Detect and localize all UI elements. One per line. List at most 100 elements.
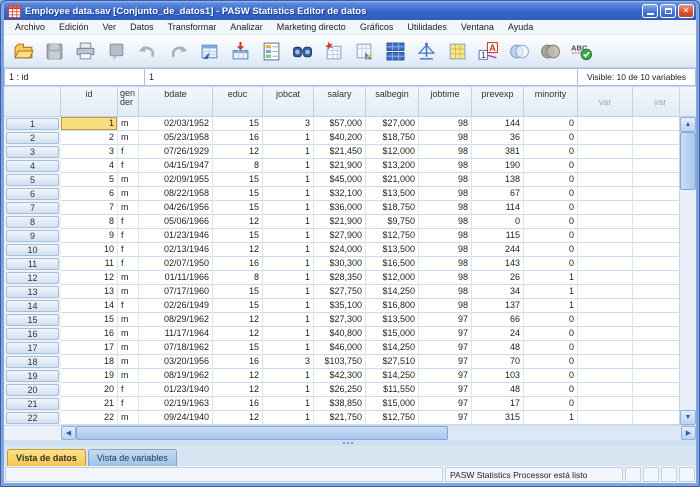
cell-r18-var[interactable] [633, 355, 679, 369]
menu-edici-n[interactable]: Edición [52, 22, 96, 32]
cell-r11-minority[interactable]: 0 [524, 257, 578, 271]
cell-r4-jobcat[interactable]: 1 [263, 159, 314, 173]
cell-r18-educ[interactable]: 16 [213, 355, 263, 369]
cell-r7-minority[interactable]: 0 [524, 201, 578, 215]
cell-r7-jobtime[interactable]: 98 [419, 201, 472, 215]
cell-r19-salbegin[interactable]: $14,250 [366, 369, 419, 383]
cell-r8-id[interactable]: 8 [61, 215, 118, 229]
row-header-3[interactable]: 3 [4, 145, 61, 159]
cell-r19-educ[interactable]: 12 [213, 369, 263, 383]
cell-r20-minority[interactable]: 0 [524, 383, 578, 397]
cell-r22-gender[interactable]: m [118, 411, 139, 425]
cell-r11-salary[interactable]: $30,300 [314, 257, 366, 271]
cell-r11-id[interactable]: 11 [61, 257, 118, 271]
column-header-jobtime[interactable]: jobtime [419, 87, 472, 117]
cell-r14-minority[interactable]: 1 [524, 299, 578, 313]
column-header-minority[interactable]: minority [524, 87, 578, 117]
cell-r21-jobtime[interactable]: 97 [419, 397, 472, 411]
cell-r8-educ[interactable]: 12 [213, 215, 263, 229]
cell-r9-id[interactable]: 9 [61, 229, 118, 243]
cell-r17-salary[interactable]: $46,000 [314, 341, 366, 355]
cell-r13-id[interactable]: 13 [61, 285, 118, 299]
cell-r11-jobcat[interactable]: 1 [263, 257, 314, 271]
cell-r12-id[interactable]: 12 [61, 271, 118, 285]
cell-r15-salbegin[interactable]: $13,500 [366, 313, 419, 327]
row-header-12[interactable]: 12 [4, 271, 61, 285]
cell-r19-jobtime[interactable]: 97 [419, 369, 472, 383]
cell-r3-id[interactable]: 3 [61, 145, 118, 159]
menu-archivo[interactable]: Archivo [8, 22, 52, 32]
row-header-21[interactable]: 21 [4, 397, 61, 411]
cell-r14-id[interactable]: 14 [61, 299, 118, 313]
cell-r5-prevexp[interactable]: 138 [472, 173, 524, 187]
cell-r20-prevexp[interactable]: 48 [472, 383, 524, 397]
cell-r22-jobtime[interactable]: 97 [419, 411, 472, 425]
value-labels-icon[interactable]: 1A [473, 37, 504, 65]
cell-r19-salary[interactable]: $42,300 [314, 369, 366, 383]
cell-r8-var[interactable] [578, 215, 633, 229]
cell-r10-id[interactable]: 10 [61, 243, 118, 257]
cell-r19-minority[interactable]: 0 [524, 369, 578, 383]
cell-r17-educ[interactable]: 15 [213, 341, 263, 355]
cell-r14-var[interactable] [578, 299, 633, 313]
cell-r8-gender[interactable]: f [118, 215, 139, 229]
menu-datos[interactable]: Datos [123, 22, 161, 32]
cell-r13-gender[interactable]: m [118, 285, 139, 299]
cell-r6-jobtime[interactable]: 98 [419, 187, 472, 201]
cell-r4-salbegin[interactable]: $13,200 [366, 159, 419, 173]
cell-r1-bdate[interactable]: 02/03/1952 [139, 117, 213, 131]
cell-r5-gender[interactable]: m [118, 173, 139, 187]
cell-r9-jobcat[interactable]: 1 [263, 229, 314, 243]
cell-r4-gender[interactable]: f [118, 159, 139, 173]
cell-r3-salbegin[interactable]: $12,000 [366, 145, 419, 159]
cell-r16-educ[interactable]: 12 [213, 327, 263, 341]
weight-cases-icon[interactable] [411, 37, 442, 65]
cell-r20-educ[interactable]: 12 [213, 383, 263, 397]
column-header-salbegin[interactable]: salbegin [366, 87, 419, 117]
cell-r1-jobcat[interactable]: 3 [263, 117, 314, 131]
show-all-variables-icon[interactable] [535, 37, 566, 65]
cell-r18-jobcat[interactable]: 3 [263, 355, 314, 369]
cell-r10-gender[interactable]: f [118, 243, 139, 257]
cell-r12-jobcat[interactable]: 1 [263, 271, 314, 285]
cell-r3-salary[interactable]: $21,450 [314, 145, 366, 159]
cell-r21-salary[interactable]: $38,850 [314, 397, 366, 411]
cell-r13-var[interactable] [578, 285, 633, 299]
vertical-scroll-track[interactable] [680, 190, 696, 410]
row-header-18[interactable]: 18 [4, 355, 61, 369]
cell-r15-jobtime[interactable]: 97 [419, 313, 472, 327]
cell-r9-var[interactable] [633, 229, 679, 243]
cell-r22-jobcat[interactable]: 1 [263, 411, 314, 425]
row-header-4[interactable]: 4 [4, 159, 61, 173]
cell-r21-bdate[interactable]: 02/19/1963 [139, 397, 213, 411]
cell-r6-var[interactable] [633, 187, 679, 201]
cell-r14-salary[interactable]: $35,100 [314, 299, 366, 313]
cell-r1-gender[interactable]: m [118, 117, 139, 131]
cell-r14-educ[interactable]: 15 [213, 299, 263, 313]
cell-r5-minority[interactable]: 0 [524, 173, 578, 187]
cell-r5-id[interactable]: 5 [61, 173, 118, 187]
cell-r19-bdate[interactable]: 08/19/1962 [139, 369, 213, 383]
grid-corner-cell[interactable] [4, 87, 61, 117]
cell-r3-var[interactable] [578, 145, 633, 159]
column-header-var-11[interactable]: var [633, 87, 679, 117]
cell-r9-salbegin[interactable]: $12,750 [366, 229, 419, 243]
cell-r20-var[interactable] [578, 383, 633, 397]
cell-r3-minority[interactable]: 0 [524, 145, 578, 159]
cell-r13-minority[interactable]: 1 [524, 285, 578, 299]
cell-r6-bdate[interactable]: 08/22/1958 [139, 187, 213, 201]
cell-r9-salary[interactable]: $27,900 [314, 229, 366, 243]
cell-r14-var[interactable] [633, 299, 679, 313]
row-header-10[interactable]: 10 [4, 243, 61, 257]
cell-r7-salbegin[interactable]: $18,750 [366, 201, 419, 215]
cell-r10-var[interactable] [633, 243, 679, 257]
row-header-11[interactable]: 11 [4, 257, 61, 271]
horizontal-scroll-track[interactable] [448, 426, 681, 440]
cell-r18-id[interactable]: 18 [61, 355, 118, 369]
cell-r11-gender[interactable]: f [118, 257, 139, 271]
cell-r7-prevexp[interactable]: 114 [472, 201, 524, 215]
menu-ver[interactable]: Ver [96, 22, 124, 32]
cell-r15-var[interactable] [633, 313, 679, 327]
scroll-right-arrow[interactable]: ▶ [681, 426, 696, 440]
cell-r14-gender[interactable]: f [118, 299, 139, 313]
